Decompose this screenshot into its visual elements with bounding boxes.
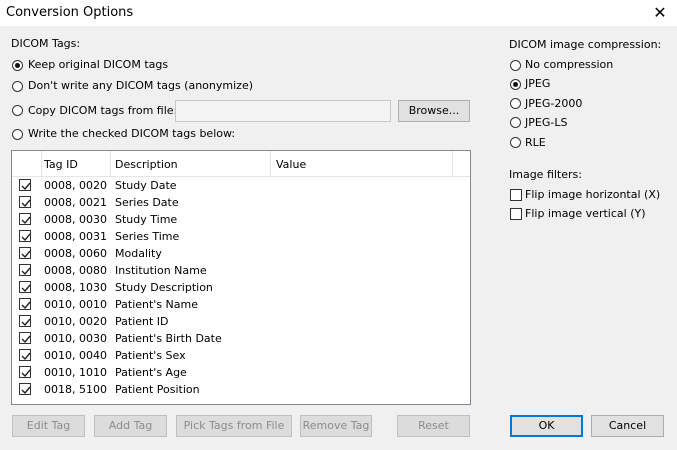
row-checkbox[interactable]: [19, 281, 31, 293]
column-header-tag-id[interactable]: Tag ID: [44, 158, 78, 171]
copy-file-input[interactable]: [175, 100, 391, 122]
remove-tag-button[interactable]: Remove Tag: [300, 415, 372, 437]
radio-write-checked-label[interactable]: Write the checked DICOM tags below:: [28, 127, 235, 140]
table-row[interactable]: 0010, 0040 Patient's Sex: [12, 347, 470, 364]
radio-jpeg-2000[interactable]: [510, 98, 521, 109]
radio-copy-from-file[interactable]: [12, 105, 23, 116]
row-tag-id: 0008, 1030: [44, 281, 107, 294]
row-checkbox[interactable]: [19, 213, 31, 225]
row-checkbox[interactable]: [19, 247, 31, 259]
row-tag-id: 0008, 0031: [44, 230, 107, 243]
close-icon[interactable]: ✕: [649, 2, 671, 24]
row-description: Patient's Birth Date: [115, 332, 222, 345]
table-row[interactable]: 0008, 0030 Study Time: [12, 211, 470, 228]
tag-list-header: Tag ID Description Value: [12, 151, 470, 177]
row-checkbox[interactable]: [19, 196, 31, 208]
reset-button[interactable]: Reset: [397, 415, 470, 437]
row-description: Series Date: [115, 196, 179, 209]
row-description: Study Date: [115, 179, 177, 192]
compression-label: DICOM image compression:: [509, 38, 662, 51]
row-checkbox[interactable]: [19, 383, 31, 395]
browse-button[interactable]: Browse...: [398, 100, 470, 122]
row-tag-id: 0010, 0030: [44, 332, 107, 345]
tag-list[interactable]: Tag ID Description Value 0008, 0020 Study…: [11, 150, 471, 405]
radio-copy-from-file-label[interactable]: Copy DICOM tags from file:: [28, 104, 177, 117]
table-row[interactable]: 0010, 0020 Patient ID: [12, 313, 470, 330]
table-row[interactable]: 0010, 0010 Patient's Name: [12, 296, 470, 313]
row-tag-id: 0010, 0010: [44, 298, 107, 311]
column-separator[interactable]: [41, 151, 42, 176]
ok-button[interactable]: OK: [510, 415, 583, 437]
add-tag-button[interactable]: Add Tag: [94, 415, 167, 437]
table-row[interactable]: 0008, 0060 Modality: [12, 245, 470, 262]
radio-jpeg-label[interactable]: JPEG: [525, 77, 550, 90]
radio-anonymize[interactable]: [12, 81, 23, 92]
row-checkbox[interactable]: [19, 315, 31, 327]
radio-jpeg-ls[interactable]: [510, 117, 521, 128]
row-tag-id: 0008, 0060: [44, 247, 107, 260]
column-header-description[interactable]: Description: [115, 158, 178, 171]
row-description: Study Description: [115, 281, 213, 294]
image-filters-label: Image filters:: [509, 168, 582, 181]
column-separator[interactable]: [110, 151, 111, 176]
row-description: Patient's Sex: [115, 349, 186, 362]
column-header-value[interactable]: Value: [276, 158, 306, 171]
row-tag-id: 0008, 0030: [44, 213, 107, 226]
table-row[interactable]: 0010, 0030 Patient's Birth Date: [12, 330, 470, 347]
row-description: Patient ID: [115, 315, 169, 328]
radio-jpeg-2000-label[interactable]: JPEG-2000: [525, 97, 582, 110]
table-row[interactable]: 0008, 0080 Institution Name: [12, 262, 470, 279]
flip-vertical-checkbox[interactable]: [510, 208, 522, 220]
radio-rle[interactable]: [510, 137, 521, 148]
table-row[interactable]: 0008, 0031 Series Time: [12, 228, 470, 245]
dicom-tags-label: DICOM Tags:: [11, 37, 81, 50]
radio-jpeg-ls-label[interactable]: JPEG-LS: [525, 116, 567, 129]
row-checkbox[interactable]: [19, 179, 31, 191]
row-tag-id: 0010, 0020: [44, 315, 107, 328]
row-checkbox[interactable]: [19, 366, 31, 378]
row-checkbox[interactable]: [19, 264, 31, 276]
row-checkbox[interactable]: [19, 230, 31, 242]
pick-tags-from-file-button[interactable]: Pick Tags from File: [176, 415, 292, 437]
row-description: Patient Position: [115, 383, 200, 396]
column-separator[interactable]: [270, 151, 271, 176]
column-separator[interactable]: [452, 151, 453, 176]
radio-no-compression-label[interactable]: No compression: [525, 58, 613, 71]
radio-jpeg[interactable]: [510, 79, 521, 90]
flip-horizontal-checkbox[interactable]: [510, 189, 522, 201]
row-tag-id: 0010, 0040: [44, 349, 107, 362]
radio-keep-original[interactable]: [12, 60, 23, 71]
radio-no-compression[interactable]: [510, 60, 521, 71]
cancel-button[interactable]: Cancel: [591, 415, 664, 437]
edit-tag-button[interactable]: Edit Tag: [12, 415, 85, 437]
radio-write-checked[interactable]: [12, 129, 23, 140]
row-checkbox[interactable]: [19, 349, 31, 361]
row-tag-id: 0018, 5100: [44, 383, 107, 396]
radio-keep-original-label[interactable]: Keep original DICOM tags: [28, 58, 168, 71]
row-tag-id: 0010, 1010: [44, 366, 107, 379]
row-tag-id: 0008, 0020: [44, 179, 107, 192]
row-description: Study Time: [115, 213, 178, 226]
flip-vertical-label[interactable]: Flip image vertical (Y): [525, 207, 646, 220]
row-description: Series Time: [115, 230, 180, 243]
row-checkbox[interactable]: [19, 298, 31, 310]
radio-anonymize-label[interactable]: Don't write any DICOM tags (anonymize): [28, 79, 253, 92]
row-description: Modality: [115, 247, 162, 260]
window-title: Conversion Options: [6, 5, 134, 20]
radio-rle-label[interactable]: RLE: [525, 136, 546, 149]
row-tag-id: 0008, 0021: [44, 196, 107, 209]
table-row[interactable]: 0008, 0020 Study Date: [12, 177, 470, 194]
table-row[interactable]: 0010, 1010 Patient's Age: [12, 364, 470, 381]
table-row[interactable]: 0018, 5100 Patient Position: [12, 381, 470, 398]
row-description: Patient's Age: [115, 366, 187, 379]
row-description: Institution Name: [115, 264, 207, 277]
row-checkbox[interactable]: [19, 332, 31, 344]
flip-horizontal-label[interactable]: Flip image horizontal (X): [525, 188, 660, 201]
table-row[interactable]: 0008, 0021 Series Date: [12, 194, 470, 211]
row-description: Patient's Name: [115, 298, 199, 311]
table-row[interactable]: 0008, 1030 Study Description: [12, 279, 470, 296]
row-tag-id: 0008, 0080: [44, 264, 107, 277]
